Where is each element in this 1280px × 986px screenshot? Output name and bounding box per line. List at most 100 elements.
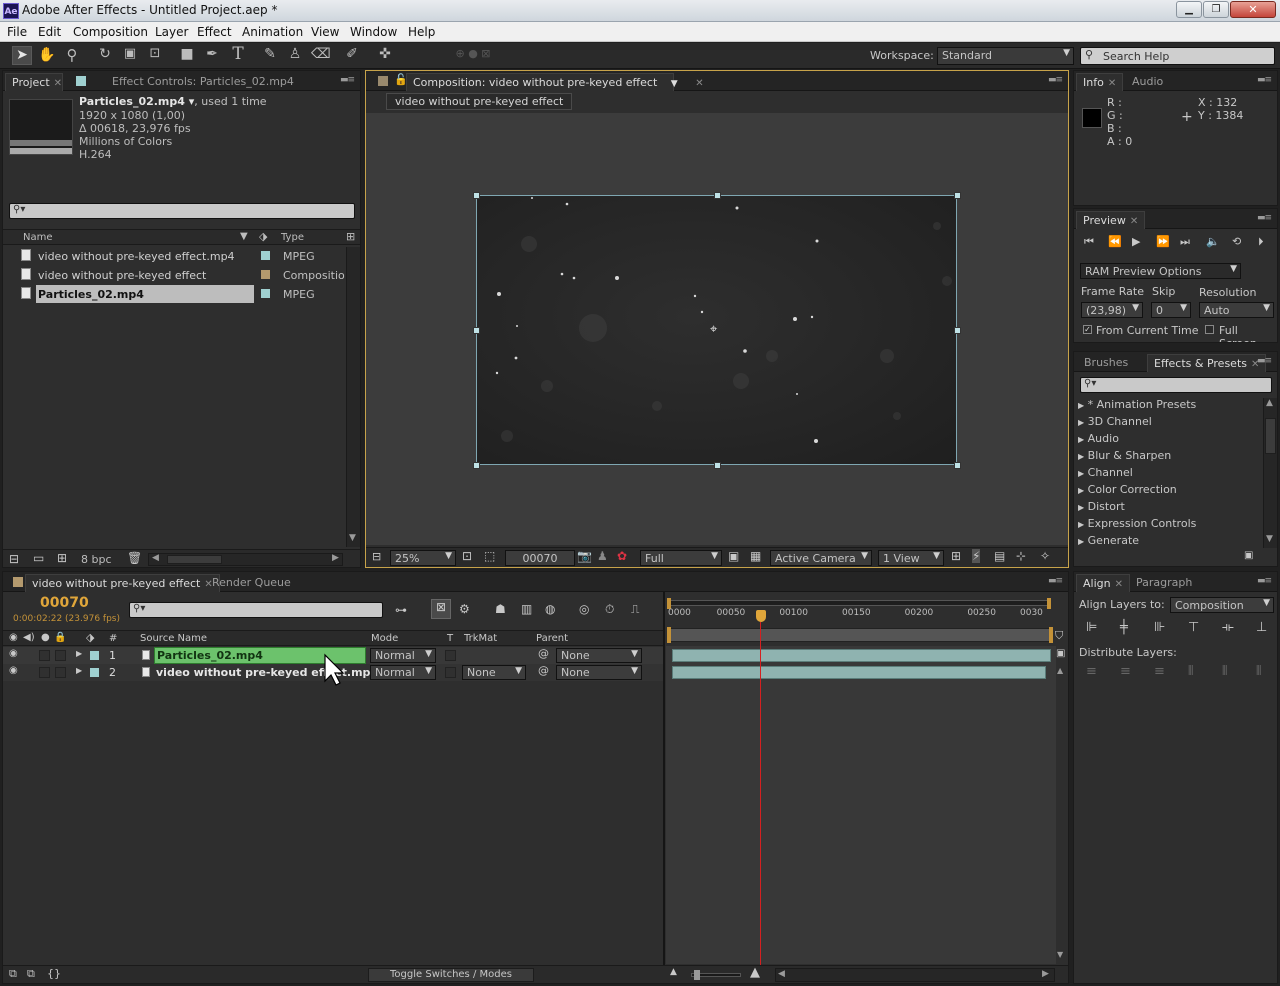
label-column-icon[interactable]: ⬗ [259,230,267,243]
tab-brushes[interactable]: Brushes [1078,354,1134,372]
horizontal-scrollbar[interactable]: ◀ ▶ [148,553,343,566]
tab-timeline-comp[interactable]: video without pre-keyed effect ✕ [25,574,220,592]
comp-frame[interactable]: ⌖ [476,195,957,465]
scroll-up-icon[interactable]: ▲ [1057,666,1063,675]
close-icon[interactable]: ✕ [695,78,703,89]
list-item[interactable]: ▶ Channel [1078,466,1133,479]
bpc-label[interactable]: 8 bpc [81,553,112,566]
tab-effect-controls[interactable]: Effect Controls: Particles_02.mp4 [106,73,300,91]
tab-render-queue[interactable]: Render Queue [206,574,297,592]
region-of-interest-icon[interactable]: ⊡ [462,549,472,563]
anchor-point-icon[interactable]: ⌖ [710,322,717,337]
close-icon[interactable]: ✕ [1230,1,1276,18]
lock-toggle[interactable] [55,650,66,661]
search-help-field[interactable]: ⚲ Search Help [1080,47,1275,65]
pickwhip-icon[interactable]: @ [538,647,549,660]
list-item[interactable]: ▶ Audio [1078,432,1119,445]
expand-arrow-icon[interactable]: ▶ [76,649,82,658]
timeline-search-input[interactable]: ⚲▾ [129,602,383,618]
scroll-right-icon[interactable]: ▶ [332,553,339,563]
expand-arrow-icon[interactable]: ▶ [1078,435,1084,444]
draft-3d-icon[interactable]: ⚙ [459,602,470,616]
frame-handle[interactable] [714,192,721,199]
rotate-tool-icon[interactable]: ↻ [96,46,114,62]
chevron-down-icon[interactable]: ▼ [671,79,678,89]
pen-tool-icon[interactable]: ✒ [203,46,221,62]
menu-help[interactable]: Help [408,25,435,39]
lock-toggle[interactable] [55,667,66,678]
zoom-dropdown[interactable]: 25% ▼ [390,550,456,566]
toggle-switches-modes-button[interactable]: Toggle Switches / Modes [368,968,534,982]
tab-align[interactable]: Align ✕ [1076,574,1130,592]
preview-resolution-dropdown[interactable]: Auto ▼ [1199,302,1274,318]
eye-icon[interactable]: ◉ [9,648,18,659]
parent-dropdown[interactable]: None ▼ [556,648,642,663]
frame-handle[interactable] [954,192,961,199]
list-item[interactable]: ▶ Distort [1078,500,1125,513]
zoom-out-icon[interactable]: ▲ [670,967,677,977]
trash-icon[interactable]: 🗑 [127,551,142,565]
pan-behind-tool-icon[interactable]: ⊡ [146,46,164,61]
fast-previews-icon[interactable]: ▣ [728,549,739,563]
expand-arrow-icon[interactable]: ▶ [76,666,82,675]
list-item[interactable]: ▶ Expression Controls [1078,517,1196,530]
comp-viewer[interactable]: ⌖ [366,113,1068,545]
solo-icon[interactable]: ● [41,632,50,643]
selection-tool-icon[interactable]: ➤ [12,46,32,65]
tab-preview[interactable]: Preview ✕ [1076,211,1146,229]
new-folder-icon[interactable]: ▭ [33,551,44,565]
camera-tool-icon[interactable]: ▣ [121,46,139,61]
align-target-dropdown[interactable]: Composition ▼ [1170,597,1274,613]
expand-arrow-icon[interactable]: ▶ [1078,537,1084,546]
eye-icon[interactable]: ◉ [9,632,18,643]
menu-window[interactable]: Window [350,25,397,39]
work-area-bar[interactable] [667,627,1053,643]
scroll-right-icon[interactable]: ▶ [1042,969,1049,979]
asset-name-text[interactable]: Particles_02.mp4 ▾ [79,95,194,108]
next-frame-icon[interactable]: ⏩ [1156,235,1170,248]
column-name-header[interactable]: Name [23,232,53,243]
list-item[interactable]: Particles_02.mp4 MPEG [3,285,343,303]
time-ruler[interactable]: 0000 00050 00100 00150 00200 00250 0030 [666,594,1056,644]
new-preset-icon[interactable]: ▣ [1244,550,1253,561]
graph-icon[interactable]: ▣ [1056,648,1065,659]
transparency-grid-icon[interactable]: ⬚ [484,549,495,563]
tab-info[interactable]: Info ✕ [1076,73,1124,91]
column-source-name[interactable]: Source Name [140,633,207,644]
list-item[interactable]: video without pre-keyed effect Compositi… [3,266,345,284]
zoom-tool-icon[interactable]: ⚲ [63,46,81,64]
frame-handle[interactable] [473,192,480,199]
zoom-in-icon[interactable]: ▲ [750,965,760,980]
timeline-horizontal-scrollbar[interactable]: ◀ ▶ [775,968,1055,982]
column-type-header[interactable]: Type [281,232,304,243]
ram-preview-icon[interactable]: ⏵ [1258,235,1264,249]
workspace-dropdown[interactable]: Standard ▼ [937,47,1074,65]
mode-dropdown[interactable]: Normal ▼ [370,648,436,663]
flowchart-icon[interactable]: ⊞ [346,230,355,243]
expand-arrow-icon[interactable]: ▶ [1078,503,1084,512]
auto-keyframe-icon[interactable]: ⏱ [605,602,614,617]
maximize-icon[interactable]: ❐ [1203,1,1229,18]
align-horizontal-center-icon[interactable]: ╪ [1120,620,1128,635]
project-scrollbar[interactable]: ▼ [346,247,360,547]
project-search-input[interactable]: ⚲▾ [9,203,355,219]
close-icon[interactable]: ✕ [1130,216,1138,227]
comp-mini-flowchart-icon[interactable]: ⊶ [395,603,407,617]
panel-menu-icon[interactable]: ▬≡ [1257,75,1272,85]
audio-icon[interactable]: 🔈 [1206,235,1220,248]
flowchart-icon[interactable]: ⊹ [1016,549,1026,563]
layer-duration-bar[interactable] [672,666,1046,679]
menu-edit[interactable]: Edit [38,25,61,39]
tab-project[interactable]: Project ✕ [5,73,63,91]
list-item[interactable]: ▶ 3D Channel [1078,415,1152,428]
tab-audio[interactable]: Audio [1126,73,1169,91]
hide-shy-layers-icon[interactable]: ☗ [495,602,506,616]
expand-arrow-icon[interactable]: ▶ [1078,486,1084,495]
scroll-left-icon[interactable]: ◀ [152,553,159,563]
toggle-transparency-icon[interactable]: ▦ [750,549,761,563]
scroll-down-icon[interactable]: ▼ [1266,534,1273,544]
show-snapshot-icon[interactable]: ♟ [597,549,608,563]
frame-rate-dropdown[interactable]: (23,98) ▼ [1081,302,1143,318]
last-frame-icon[interactable]: ⏭ [1180,235,1190,249]
list-item[interactable]: ▶ * Animation Presets [1078,398,1196,411]
